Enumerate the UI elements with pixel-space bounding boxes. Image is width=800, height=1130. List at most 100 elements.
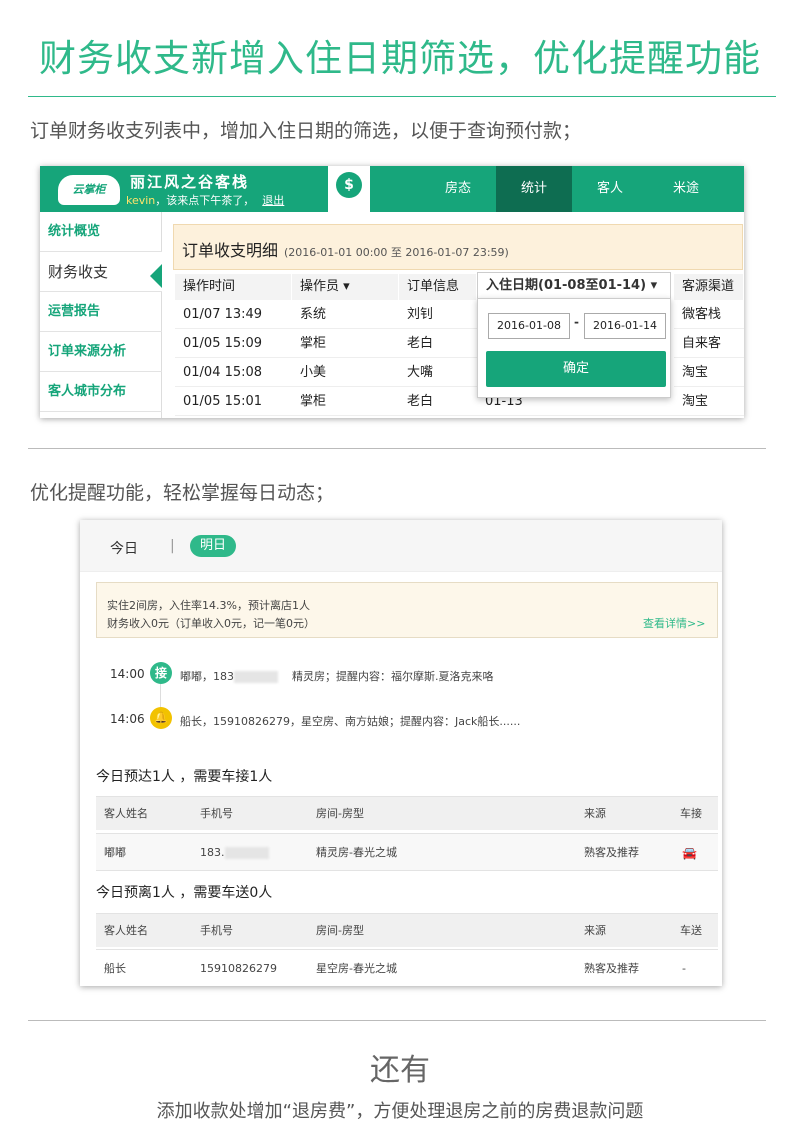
- cell: 小美: [292, 358, 399, 387]
- summary-income: 财务收入0元（订单收入0元，记一笔0元）: [107, 617, 315, 630]
- tab-tomorrow[interactable]: 明日: [190, 535, 237, 557]
- table-row: 嘟嘟 183. 精灵房-春光之城 熟客及推荐 🚘: [96, 833, 718, 871]
- section2-text: 优化提醒功能，轻松掌握每日动态；: [30, 482, 335, 504]
- finance-screenshot: 云掌柜 丽江风之谷客栈 kevin，该来点下午茶了， 退出 $ 房态 统计 客人 …: [40, 166, 744, 418]
- date-separator: -: [574, 315, 579, 329]
- cell: 老白: [399, 329, 477, 358]
- car-icon: 🚘: [682, 846, 697, 860]
- cell: 刘钊: [399, 300, 477, 329]
- sidebar-item-guest-city[interactable]: 客人城市分布: [40, 372, 162, 412]
- money-bag-icon: $: [336, 172, 362, 198]
- phone-prefix: 183.: [200, 846, 225, 859]
- reminder-text: 嘟嘟，183 精灵房；提醒内容：福尔摩斯.夏洛克来咯: [180, 668, 494, 684]
- page-title: 财务收支新增入住日期筛选，优化提醒功能: [39, 37, 761, 80]
- app-logo[interactable]: 云掌柜: [58, 175, 120, 205]
- col-op-time: 操作时间: [175, 274, 292, 300]
- sidebar-item-report[interactable]: 运营报告: [40, 292, 162, 332]
- summary-box: 实住2间房，入住率14.3%，预计离店1人 财务收入0元（订单收入0元，记一笔0…: [96, 582, 718, 638]
- nav-statistics[interactable]: 统计: [496, 166, 572, 212]
- sidebar-item-finance[interactable]: 财务收支: [40, 252, 162, 292]
- view-details-link[interactable]: 查看详情>>: [643, 615, 705, 631]
- guest-phone: 15910826279: [200, 962, 277, 975]
- checkin-date-filter-header[interactable]: 入住日期(01-08至01-14) ▾: [477, 272, 671, 300]
- guest-name: 嘟嘟: [104, 846, 126, 859]
- departures-heading: 今日预离1人 ，需要车送0人: [96, 885, 273, 901]
- arrivals-heading: 今日预达1人 ，需要车接1人: [96, 769, 273, 785]
- sidebar-item-order-source[interactable]: 订单来源分析: [40, 332, 162, 372]
- col-operator[interactable]: 操作员 ▾: [292, 274, 399, 300]
- col-phone: 手机号: [200, 924, 233, 937]
- reminder-text: 船长，15910826279，星空房、南方姑娘；提醒内容：Jack船长.....…: [180, 715, 521, 728]
- col-room: 房间-房型: [316, 807, 364, 820]
- bell-icon: 🔔: [150, 707, 172, 729]
- col-guest-name: 客人姓名: [104, 924, 148, 937]
- summary-occupancy: 实住2间房，入住率14.3%，预计离店1人: [107, 599, 310, 612]
- source: 熟客及推荐: [584, 846, 639, 859]
- nav-guests[interactable]: 客人: [572, 166, 648, 212]
- cell: 01/04 15:08: [175, 358, 292, 387]
- cell: 老白: [399, 387, 477, 416]
- cell: 01/07 13:49: [175, 300, 292, 329]
- cell: 系统: [292, 300, 399, 329]
- footer-text: 添加收款处增加“退房费”，方便处理退房之前的房费退款问题: [156, 1101, 644, 1122]
- cell: 微客栈: [674, 300, 744, 329]
- reminder-time: 14:00: [110, 667, 145, 681]
- nav-mitu[interactable]: 米途: [648, 166, 724, 212]
- panel-title-text: 订单收支明细: [182, 241, 279, 260]
- col-order-info: 订单信息: [399, 274, 477, 300]
- date-from-input[interactable]: 2016-01-08: [488, 313, 570, 339]
- reminder-guest: 嘟嘟，183: [180, 670, 234, 683]
- cell: 自来客: [674, 329, 744, 358]
- col-source: 来源: [584, 924, 606, 937]
- cell: 01/05 15:09: [175, 329, 292, 358]
- col-pickup: 车接: [680, 807, 702, 820]
- room-type: 精灵房-春光之城: [316, 846, 397, 859]
- dropoff-value: -: [682, 962, 686, 975]
- col-guest-name: 客人姓名: [104, 807, 148, 820]
- tab-today[interactable]: 今日: [110, 538, 138, 558]
- cell: 淘宝: [674, 358, 744, 387]
- departures-header-row: 客人姓名 手机号 房间-房型 来源 车送: [96, 913, 718, 947]
- arrivals-header-row: 客人姓名 手机号 房间-房型 来源 车接: [96, 796, 718, 830]
- sidebar-item-overview[interactable]: 统计概览: [40, 212, 162, 252]
- table-row: 船长 15910826279 星空房-春光之城 熟客及推荐 -: [96, 949, 718, 986]
- panel-title: 订单收支明细 (2016-01-01 00:00 至 2016-01-07 23:…: [182, 237, 509, 261]
- cell: 01/05 15:01: [175, 387, 292, 416]
- phone-blur: [224, 847, 269, 859]
- divider: [28, 96, 776, 97]
- reminder-content: 精灵房；提醒内容：福尔摩斯.夏洛克来咯: [292, 670, 494, 683]
- confirm-button[interactable]: 确定: [486, 351, 666, 387]
- also-heading: 还有: [370, 1053, 430, 1088]
- panel-header: 订单收支明细 (2016-01-01 00:00 至 2016-01-07 23:…: [173, 224, 743, 270]
- guest-phone: 183.: [200, 834, 269, 872]
- day-tabs: [80, 520, 722, 572]
- divider: [28, 448, 766, 449]
- phone-blur: [234, 671, 278, 683]
- col-phone: 手机号: [200, 807, 233, 820]
- logout-link[interactable]: 退出: [262, 194, 284, 207]
- section1-text: 订单财务收支列表中，增加入住日期的筛选，以便于查询预付款；: [30, 120, 582, 142]
- col-source: 来源: [584, 807, 606, 820]
- date-to-input[interactable]: 2016-01-14: [584, 313, 666, 339]
- tab-separator: |: [170, 538, 175, 554]
- username: kevin: [126, 194, 156, 207]
- reminder-time: 14:06: [110, 712, 145, 726]
- hotel-name: 丽江风之谷客栈: [130, 173, 250, 191]
- pickup-icon: 接: [150, 662, 172, 684]
- divider: [28, 1020, 766, 1021]
- source: 熟客及推荐: [584, 962, 639, 975]
- cell: 掌柜: [292, 329, 399, 358]
- cell: 掌柜: [292, 387, 399, 416]
- room-type: 星空房-春光之城: [316, 962, 397, 975]
- cell: 大嘴: [399, 358, 477, 387]
- greeting-text: ，该来点下午茶了，: [155, 194, 255, 207]
- active-indicator: [150, 264, 162, 288]
- guest-name: 船长: [104, 962, 126, 975]
- cell: 淘宝: [674, 387, 744, 416]
- nav-room-status[interactable]: 房态: [420, 166, 496, 212]
- col-dropoff: 车送: [680, 924, 702, 937]
- col-room: 房间-房型: [316, 924, 364, 937]
- date-range: (2016-01-01 00:00 至 2016-01-07 23:59): [284, 246, 509, 259]
- greeting: kevin，该来点下午茶了， 退出: [126, 192, 284, 208]
- reminder-screenshot: 今日 | 明日 实住2间房，入住率14.3%，预计离店1人 财务收入0元（订单收…: [80, 520, 722, 986]
